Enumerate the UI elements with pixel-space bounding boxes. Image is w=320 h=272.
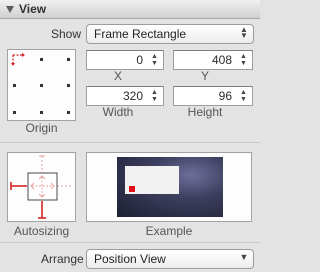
show-popup-value: Frame Rectangle	[94, 27, 187, 41]
y-stepper-icon[interactable]: ▲ ▼	[238, 53, 249, 68]
autosizing-control[interactable]	[7, 152, 76, 222]
width-value: 320	[122, 89, 143, 103]
show-label: Show	[51, 27, 82, 41]
height-value: 96	[218, 89, 232, 103]
height-stepper-icon[interactable]: ▲ ▼	[238, 89, 249, 104]
popup-arrows-icon: ▲ ▼	[240, 25, 248, 40]
origin-selector[interactable]	[7, 49, 76, 121]
disclosure-triangle-icon[interactable]	[6, 6, 14, 13]
origin-point-middle-right[interactable]	[67, 84, 70, 87]
y-caption: Y	[200, 69, 209, 83]
width-caption: Width	[102, 105, 134, 119]
autosizing-struts-icon[interactable]	[8, 153, 75, 221]
example-caption: Example	[145, 224, 193, 238]
chevron-down-icon: ▼	[239, 252, 249, 262]
arrange-popup[interactable]: Position View ▼	[86, 249, 254, 269]
section-divider-2	[0, 242, 260, 243]
y-value: 408	[211, 53, 232, 67]
height-caption: Height	[187, 105, 223, 119]
example-red-marker	[129, 186, 135, 192]
origin-point-center[interactable]	[40, 84, 43, 87]
y-field[interactable]: 408 ▲ ▼	[173, 50, 253, 70]
show-popup[interactable]: Frame Rectangle ▲ ▼	[86, 24, 254, 44]
inspector-header[interactable]: View	[0, 0, 260, 19]
example-desktop-image	[117, 157, 223, 217]
x-caption: X	[113, 69, 122, 83]
x-field[interactable]: 0 ▲ ▼	[86, 50, 164, 70]
arrange-popup-value: Position View	[94, 252, 166, 266]
arrange-label: Arrange	[41, 252, 84, 266]
width-stepper-icon[interactable]: ▲ ▼	[149, 89, 160, 104]
section-title: View	[19, 2, 47, 16]
origin-point-bottom-right[interactable]	[67, 111, 70, 114]
height-field[interactable]: 96 ▲ ▼	[173, 86, 253, 106]
origin-point-top-right[interactable]	[67, 58, 70, 61]
origin-point-top-center[interactable]	[40, 58, 43, 61]
origin-point-bottom-left[interactable]	[13, 111, 16, 114]
width-field[interactable]: 320 ▲ ▼	[86, 86, 164, 106]
example-preview	[86, 152, 252, 222]
section-divider	[0, 142, 260, 143]
x-value: 0	[136, 53, 143, 67]
origin-caption: Origin	[25, 121, 58, 135]
autosizing-caption: Autosizing	[13, 224, 70, 238]
origin-point-middle-left[interactable]	[13, 84, 16, 87]
origin-selected-icon[interactable]	[10, 52, 28, 70]
x-stepper-icon[interactable]: ▲ ▼	[149, 53, 160, 68]
origin-point-bottom-center[interactable]	[40, 111, 43, 114]
